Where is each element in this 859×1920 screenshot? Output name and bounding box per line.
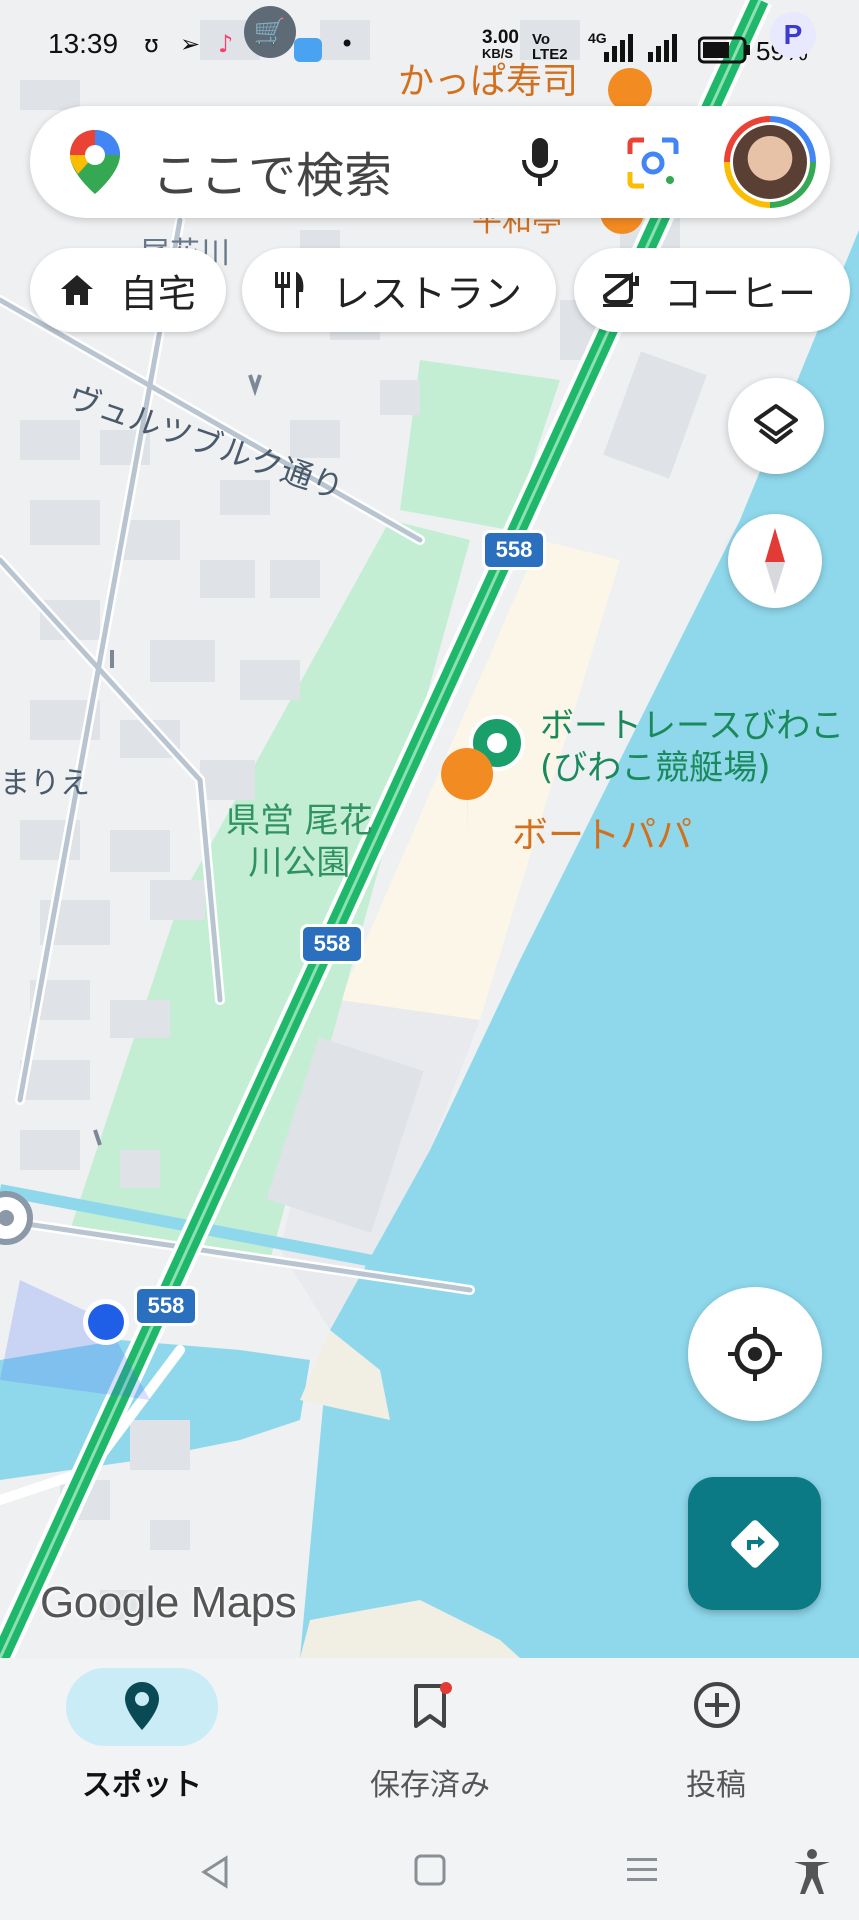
google-lens-icon[interactable] [626, 136, 680, 190]
u-icon: ʊ [144, 30, 159, 58]
chip-restaurant[interactable]: レストラン [242, 248, 556, 332]
compass-button[interactable] [728, 514, 822, 608]
home-icon [52, 272, 102, 308]
recents-icon[interactable] [624, 1854, 660, 1886]
network-speed-unit: KB/S [482, 46, 514, 61]
nav-item-explore[interactable]: スポット [42, 1658, 242, 1828]
chip-home-label: 自宅 [120, 271, 197, 316]
network-speed-value: 3.00 [482, 27, 519, 48]
back-icon[interactable] [196, 1852, 236, 1892]
layers-icon [754, 404, 798, 444]
chip-coffee[interactable]: コーヒー [574, 248, 850, 332]
bottom-nav: スポット 保存済み 投稿 [0, 1658, 859, 1828]
route-shield: 558 [300, 924, 364, 964]
tiktok-icon: ♪ [218, 30, 234, 58]
nav-label-explore: スポット [82, 1768, 202, 1803]
search-bar[interactable]: ここで検索 [30, 106, 830, 218]
profile-badge-icon: P [770, 12, 816, 58]
coffee-icon [596, 272, 646, 308]
volte-indicator: Vo LTE2 [532, 31, 568, 63]
layers-button[interactable] [728, 378, 824, 474]
restaurant-icon [264, 270, 314, 310]
chip-restaurant-label: レストラン [332, 271, 523, 316]
map-label-park[interactable]: 県営 尾花 川公園 [226, 800, 373, 884]
map-label-park-line2: 川公園 [248, 843, 351, 883]
route-shield: 558 [482, 530, 546, 570]
nav-item-contribute[interactable]: 投稿 [616, 1658, 816, 1828]
bookmark-icon [414, 1682, 452, 1728]
network-speed: 3.00 KB/S [482, 27, 519, 62]
add-circle-icon [694, 1682, 740, 1728]
google-maps-logo: Google Maps [40, 1578, 297, 1627]
google-maps-pin-icon [70, 130, 120, 194]
dot-icon: • [340, 30, 355, 58]
search-input[interactable]: ここで検索 [152, 136, 392, 206]
status-bar: 13:39 ʊ ➢ ♪ 🛒 • 3.00 KB/S Vo LTE2 4G 59%… [0, 0, 859, 95]
location-pin-icon [125, 1682, 159, 1730]
chip-home[interactable]: 自宅 [30, 248, 226, 332]
map-label-boatrace-line1: ボートレースびわこ [540, 706, 845, 746]
system-nav-bar [0, 1828, 859, 1920]
nav-label-contribute: 投稿 [686, 1768, 746, 1803]
directions-button[interactable] [688, 1477, 821, 1610]
signal-icon [604, 34, 677, 62]
shopping-app-icon: 🛒 [244, 6, 296, 58]
battery-icon [698, 36, 750, 64]
my-location-dot [88, 1304, 124, 1340]
compass-icon [765, 528, 785, 594]
map-label-boatrace-line2: (びわこ競艇場) [540, 748, 771, 788]
avatar-photo [730, 122, 810, 202]
map-label-boatrace[interactable]: ボートレースびわこ (びわこ競艇場) [540, 705, 844, 789]
microphone-icon[interactable] [518, 136, 562, 190]
nav-label-saved: 保存済み [370, 1768, 490, 1803]
photo-app-icon [294, 38, 322, 62]
map-label-park-line1: 県営 尾花 [226, 801, 373, 841]
chip-coffee-label: コーヒー [664, 271, 817, 316]
map-label-area: まりえ [0, 766, 90, 801]
send-icon: ➢ [180, 30, 201, 58]
nav-item-saved[interactable]: 保存済み [330, 1658, 530, 1828]
home-nav-icon[interactable] [412, 1852, 448, 1888]
directions-icon [730, 1519, 779, 1568]
accessibility-icon[interactable] [790, 1848, 834, 1896]
my-location-button[interactable] [688, 1287, 822, 1421]
avatar[interactable] [724, 116, 816, 208]
status-time: 13:39 [48, 28, 119, 59]
route-shield: 558 [134, 1286, 198, 1326]
map-label-boatpapa[interactable]: ボートパパ [512, 806, 692, 858]
crosshair-icon [728, 1327, 782, 1381]
